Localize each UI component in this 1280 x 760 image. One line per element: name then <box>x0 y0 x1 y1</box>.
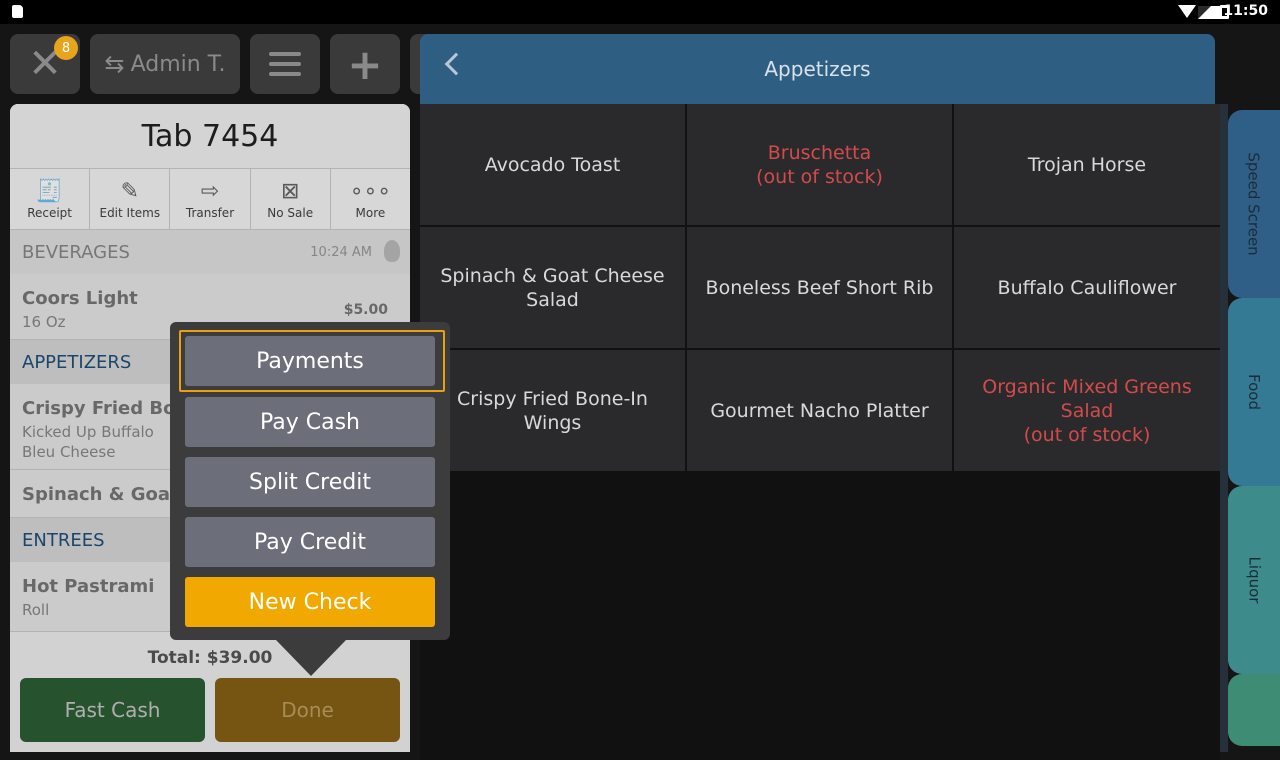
menu-item[interactable]: Avocado Toast <box>420 104 685 225</box>
edit-items-button[interactable]: ✎ Edit Items <box>90 169 171 229</box>
payment-popup: Payments Pay Cash Split Credit Pay Credi… <box>170 322 450 640</box>
status-bar: 11:50 <box>0 0 1280 24</box>
list-button[interactable] <box>250 34 320 94</box>
menu-item-out-of-stock[interactable]: Organic Mixed Greens Salad (out of stock) <box>954 350 1220 471</box>
menu-grid-area: Avocado Toast Bruschetta (out of stock) T… <box>420 104 1220 760</box>
stock-status: (out of stock) <box>1023 423 1151 446</box>
new-check-button[interactable]: New Check <box>185 577 435 627</box>
menu-item[interactable]: Spinach & Goat Cheese Salad <box>420 227 685 348</box>
stock-status: (out of stock) <box>756 165 883 188</box>
order-total: Total: $39.00 <box>147 648 273 668</box>
menu-item[interactable]: Gourmet Nacho Platter <box>687 350 952 471</box>
tab-liquor[interactable]: Liquor <box>1228 486 1280 674</box>
x-box-icon: ⊠ <box>280 179 300 204</box>
more-dots-icon: ∘∘∘ <box>349 179 392 204</box>
menu-item-label: Spinach & Goat Cheese Salad <box>440 264 665 311</box>
edit-items-label: Edit Items <box>99 206 161 220</box>
employee-button[interactable]: ⇆ Admin T. <box>90 34 240 94</box>
transfer-button[interactable]: ⇨ Transfer <box>170 169 251 229</box>
no-sale-button[interactable]: ⊠ No Sale <box>251 169 331 229</box>
fire-icon[interactable] <box>384 240 400 262</box>
menu-title: Appetizers <box>764 57 871 81</box>
menu-header: Appetizers <box>420 34 1215 104</box>
add-button[interactable]: + <box>330 34 400 94</box>
menu-item-label: Avocado Toast <box>484 153 621 176</box>
receipt-icon: 🧾 <box>35 179 64 204</box>
tab-speed-screen[interactable]: Speed Screen <box>1228 110 1280 298</box>
clock: 11:50 <box>1223 3 1268 19</box>
split-credit-button[interactable]: Split Credit <box>185 457 435 507</box>
item-name: Coors Light <box>22 288 138 309</box>
menu-item-label: Organic Mixed Greens Salad <box>982 375 1192 422</box>
sd-card-icon <box>12 5 23 18</box>
swap-arrows-icon: ⇆ <box>104 50 125 78</box>
more-button[interactable]: ∘∘∘ More <box>331 169 410 229</box>
menu-item-label: Crispy Fried Bone-In Wings <box>457 387 648 434</box>
tab-title: Tab 7454 <box>10 104 410 168</box>
menu-item-label: Bruschetta <box>767 141 872 164</box>
arrow-right-icon: ⇨ <box>200 179 220 204</box>
side-tab-label: Speed Screen <box>1245 152 1264 256</box>
menu-item-out-of-stock[interactable]: Bruschetta (out of stock) <box>687 104 952 225</box>
menu-item[interactable]: Trojan Horse <box>954 104 1220 225</box>
list-icon <box>269 52 301 76</box>
section-time: 10:24 AM <box>310 244 372 260</box>
done-button[interactable]: Done <box>215 678 400 742</box>
plus-icon: + <box>347 39 383 89</box>
popup-pointer <box>276 640 346 676</box>
payments-button[interactable]: Payments <box>185 336 435 386</box>
menu-grid: Avocado Toast Bruschetta (out of stock) T… <box>420 104 1220 471</box>
receipt-label: Receipt <box>27 206 73 220</box>
pay-cash-button[interactable]: Pay Cash <box>185 397 435 447</box>
side-tab-label: Liquor <box>1245 556 1263 604</box>
section-beverages: BEVERAGES 10:24 AM <box>10 230 410 274</box>
tab-actions: 🧾 Receipt ✎ Edit Items ⇨ Transfer ⊠ No S… <box>10 168 410 230</box>
notification-badge: 8 <box>54 36 78 60</box>
receipt-button[interactable]: 🧾 Receipt <box>10 169 91 229</box>
pay-credit-button[interactable]: Pay Credit <box>185 517 435 567</box>
back-icon[interactable] <box>444 52 468 76</box>
item-price: $5.00 <box>343 302 388 318</box>
tab-more-categories[interactable] <box>1228 674 1280 746</box>
menu-item[interactable]: Crispy Fried Bone-In Wings <box>420 350 685 471</box>
side-tab-label: Food <box>1244 374 1263 410</box>
wifi-icon <box>1178 5 1196 18</box>
employee-label: Admin T. <box>130 51 226 77</box>
section-label: ENTREES <box>22 529 105 551</box>
more-label: More <box>355 206 386 220</box>
menu-item-label: Trojan Horse <box>1027 153 1147 176</box>
close-tab-button[interactable]: ✕ 8 <box>10 34 80 94</box>
edit-icon: ✎ <box>120 179 140 204</box>
menu-item-label: Buffalo Cauliflower <box>997 276 1177 299</box>
no-sale-label: No Sale <box>267 206 314 220</box>
menu-item[interactable]: Boneless Beef Short Rib <box>687 227 952 348</box>
tab-food[interactable]: Food <box>1228 298 1280 486</box>
fast-cash-button[interactable]: Fast Cash <box>20 678 205 742</box>
menu-item-label: Gourmet Nacho Platter <box>710 399 929 422</box>
section-label: APPETIZERS <box>22 351 132 373</box>
section-label: BEVERAGES <box>22 241 130 263</box>
menu-item-label: Boneless Beef Short Rib <box>705 276 934 299</box>
menu-item[interactable]: Buffalo Cauliflower <box>954 227 1220 348</box>
side-tabs-rail <box>1220 104 1228 752</box>
transfer-label: Transfer <box>185 206 235 220</box>
